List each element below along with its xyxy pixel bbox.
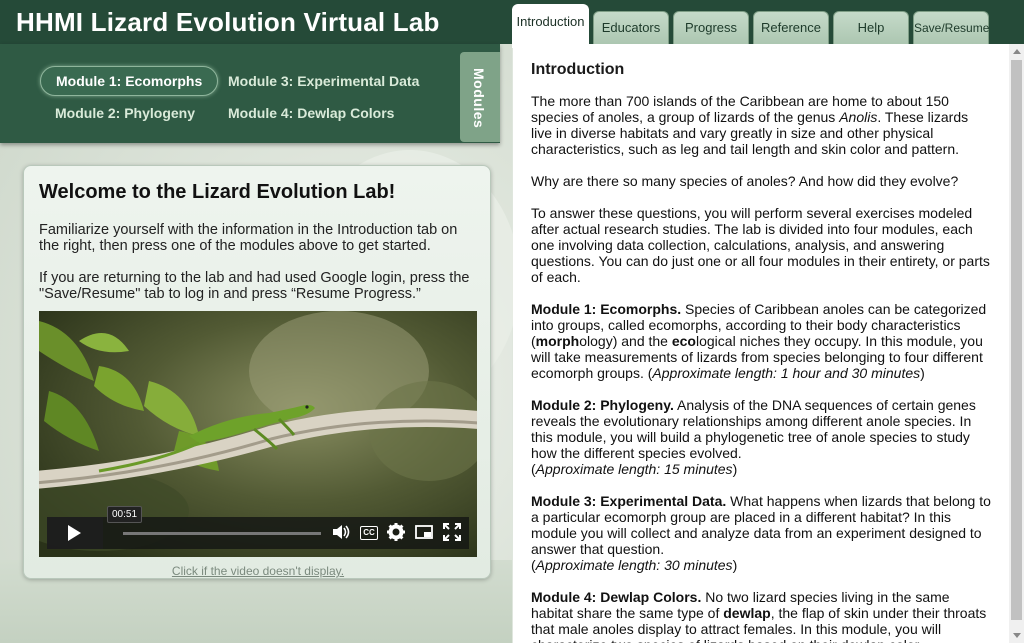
captions-icon[interactable]: CC (360, 526, 378, 540)
modules-panel: Module 1: Ecomorphs Module 2: Phylogeny … (0, 44, 500, 143)
module-4-button[interactable]: Module 4: Dewlap Colors (228, 105, 394, 121)
picture-in-picture-icon[interactable] (414, 522, 436, 544)
introduction-content: Introduction The more than 700 islands o… (531, 61, 991, 643)
modules-side-tab-label: Modules (471, 68, 487, 129)
app-title: HHMI Lizard Evolution Virtual Lab (16, 7, 440, 37)
play-button[interactable] (47, 517, 103, 549)
content-scrollbar[interactable] (1009, 44, 1024, 643)
modules-side-tab[interactable]: Modules (460, 52, 500, 142)
module-3-description: Module 3: Experimental Data. What happen… (531, 493, 991, 573)
module-1-description: Module 1: Ecomorphs. Species of Caribbea… (531, 301, 987, 381)
video-controls: 00:51 CC (47, 506, 469, 549)
video-fallback-link[interactable]: Click if the video doesn't display. (24, 564, 492, 578)
introduction-content-pane: Introduction The more than 700 islands o… (513, 44, 1009, 643)
scroll-thumb[interactable] (1011, 60, 1022, 620)
module-3-button[interactable]: Module 3: Experimental Data (228, 73, 419, 89)
module-2-button[interactable]: Module 2: Phylogeny (55, 105, 195, 121)
video-seek-bar[interactable]: 00:51 (107, 506, 321, 535)
tab-introduction[interactable]: Introduction (512, 4, 589, 48)
welcome-title: Welcome to the Lizard Evolution Lab! (39, 181, 396, 203)
fullscreen-icon[interactable] (442, 522, 464, 544)
content-heading: Introduction (531, 61, 625, 78)
intro-paragraph-1: The more than 700 islands of the Caribbe… (531, 93, 969, 157)
welcome-card: Welcome to the Lizard Evolution Lab! Fam… (23, 165, 491, 579)
tab-progress[interactable]: Progress (673, 11, 749, 48)
video-time-tooltip: 00:51 (107, 506, 143, 523)
scroll-down-arrow-icon[interactable] (1009, 628, 1024, 643)
tab-reference[interactable]: Reference (753, 11, 829, 48)
settings-gear-icon[interactable] (386, 522, 408, 544)
scroll-up-arrow-icon[interactable] (1009, 44, 1024, 59)
intro-paragraph-2: Why are there so many species of anoles?… (531, 173, 959, 189)
welcome-resume-note: If you are returning to the lab and had … (39, 270, 470, 302)
welcome-instructions: Familiarize yourself with the informatio… (39, 222, 458, 254)
module-1-button[interactable]: Module 1: Ecomorphs (40, 66, 219, 96)
tab-help[interactable]: Help (833, 11, 909, 48)
module-4-description: Module 4: Dewlap Colors. No two lizard s… (531, 589, 987, 643)
tab-educators[interactable]: Educators (593, 11, 669, 48)
video-player[interactable]: 00:51 CC (39, 311, 477, 557)
module-2-description: Module 2: Phylogeny. Analysis of the DNA… (531, 397, 976, 477)
tab-save-resume[interactable]: Save/Resume (913, 11, 989, 48)
volume-icon[interactable] (331, 522, 353, 544)
intro-paragraph-3: To answer these questions, you will perf… (531, 205, 990, 285)
